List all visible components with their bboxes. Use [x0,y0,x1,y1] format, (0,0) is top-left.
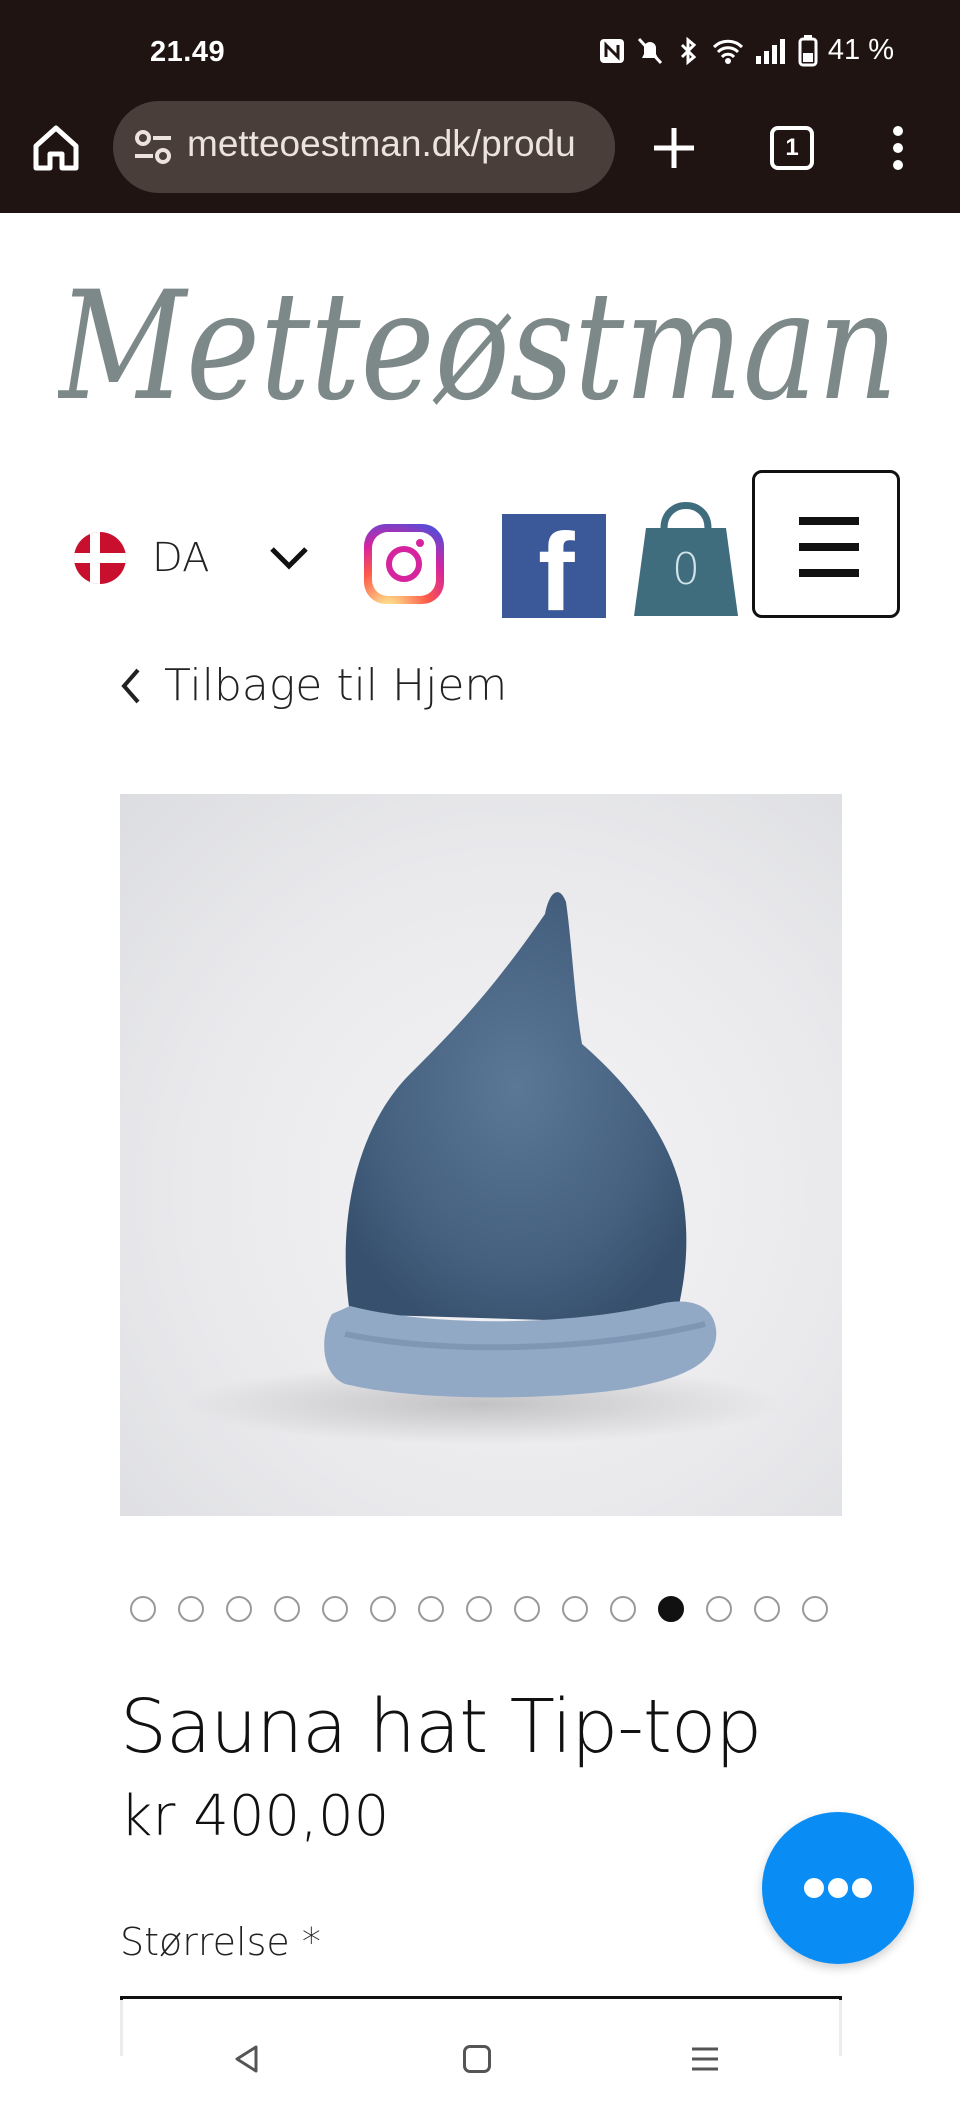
carousel-dot[interactable] [370,1596,396,1622]
carousel-dot[interactable] [274,1596,300,1622]
size-label: Størrelse * [120,1920,321,1964]
status-time: 21.49 [150,36,226,68]
carousel-dot[interactable] [802,1596,828,1622]
carousel-dots [130,1596,828,1622]
carousel-dot[interactable] [658,1596,684,1622]
bluetooth-icon [680,36,697,65]
nav-back-icon[interactable] [232,2044,262,2074]
system-navigation-bar [0,2000,960,2112]
carousel-dot[interactable] [226,1596,252,1622]
menu-button[interactable] [752,470,900,618]
carousel-dot[interactable] [466,1596,492,1622]
site-settings-icon[interactable] [131,125,175,169]
wifi-icon [712,39,743,64]
carousel-dot[interactable] [514,1596,540,1622]
facebook-icon[interactable]: f [502,514,606,628]
chevron-down-icon[interactable] [268,543,310,573]
logo-text: Metteøstman [58,280,898,430]
nav-home-icon[interactable] [463,2045,491,2073]
battery-icon [798,34,818,66]
language-code: DA [152,535,210,581]
status-icons: 41 % [598,34,894,67]
chat-button[interactable] [762,1812,914,1964]
product-title: Sauna hat Tip-top [120,1684,762,1770]
carousel-dot[interactable] [754,1596,780,1622]
tab-switcher-button[interactable]: 1 [770,126,814,170]
hat-illustration [182,892,782,1444]
danish-flag-icon [74,532,126,584]
product-image[interactable] [120,794,842,1516]
cart-count: 0 [672,544,700,595]
product-price: kr 400,00 [120,1784,390,1849]
carousel-dot[interactable] [130,1596,156,1622]
carousel-dot[interactable] [418,1596,444,1622]
back-link-label: Tilbage til Hjem [164,660,508,711]
overflow-menu-icon[interactable] [890,124,906,172]
nfc-icon [599,38,624,63]
url-bar[interactable]: metteoestman.dk/produ [113,101,615,193]
url-text: metteoestman.dk/produ [187,123,576,164]
carousel-dot[interactable] [562,1596,588,1622]
home-icon[interactable] [30,122,82,174]
signal-icon [755,38,785,64]
language-selector[interactable]: DA [74,532,209,584]
carousel-dot[interactable] [322,1596,348,1622]
mute-bell-icon [637,37,662,64]
nav-recents-icon[interactable] [690,2044,720,2074]
browser-chrome: 21.49 41 % metteoestman.dk/produ 1 [0,0,960,213]
chevron-left-icon [121,668,140,703]
instagram-icon[interactable] [364,524,444,604]
new-tab-icon[interactable] [650,124,698,172]
carousel-dot[interactable] [610,1596,636,1622]
site-logo[interactable]: Metteøstman [58,280,902,430]
back-link[interactable]: Tilbage til Hjem [118,660,507,711]
carousel-dot[interactable] [178,1596,204,1622]
carousel-dot[interactable] [706,1596,732,1622]
battery-percent: 41 % [827,34,894,66]
